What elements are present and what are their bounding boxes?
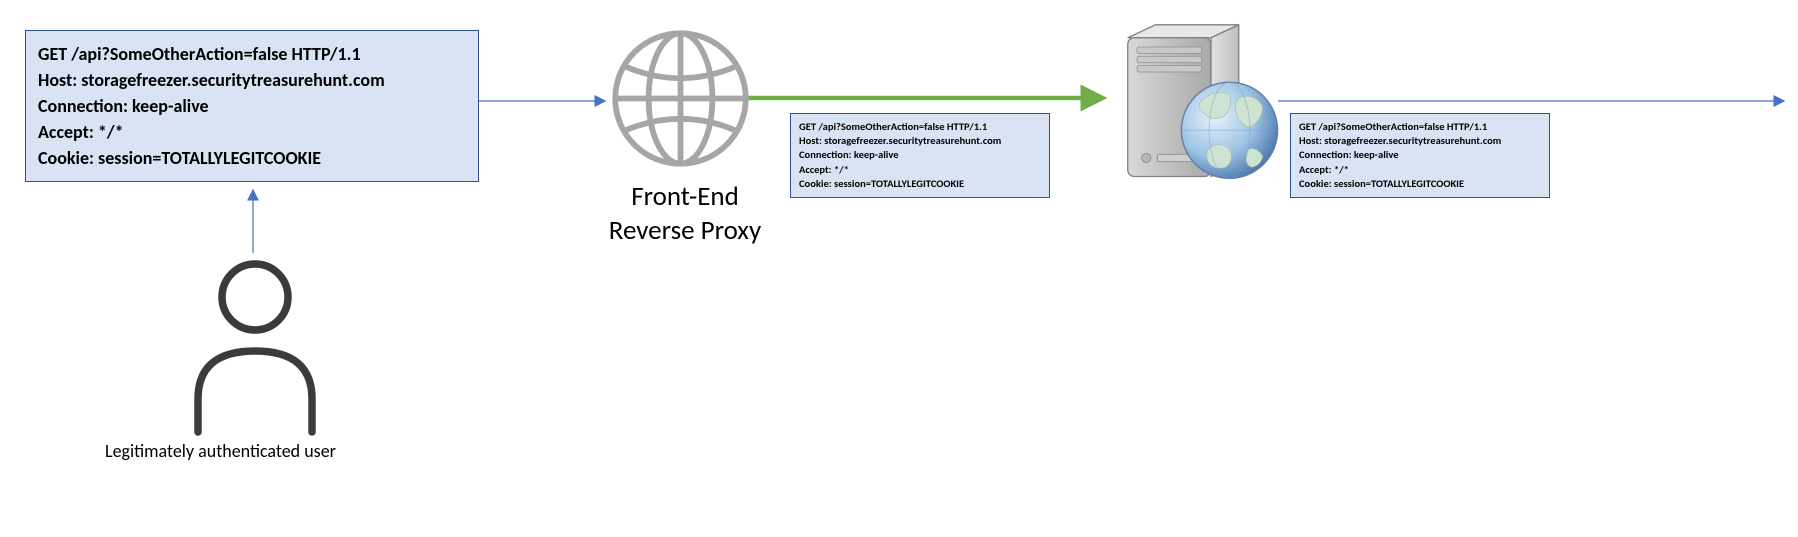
request-line: GET /api?SomeOtherAction=false HTTP/1.1 — [1299, 120, 1541, 134]
user-icon — [180, 250, 330, 440]
request-line: GET /api?SomeOtherAction=false HTTP/1.1 — [799, 120, 1041, 134]
request-header-accept: Accept: */* — [38, 119, 466, 145]
arrow-user-to-request — [243, 183, 263, 258]
http-request-box-large: GET /api?SomeOtherAction=false HTTP/1.1 … — [25, 30, 479, 182]
request-header-host: Host: storagefreezer.securitytreasurehun… — [1299, 134, 1541, 148]
request-header-connection: Connection: keep-alive — [38, 93, 466, 119]
diagram-canvas: GET /api?SomeOtherAction=false HTTP/1.1 … — [0, 0, 1798, 537]
request-header-cookie: Cookie: session=TOTALLYLEGITCOOKIE — [799, 177, 1041, 191]
request-header-cookie: Cookie: session=TOTALLYLEGITCOOKIE — [38, 145, 466, 171]
request-header-cookie: Cookie: session=TOTALLYLEGITCOOKIE — [1299, 177, 1541, 191]
request-header-accept: Accept: */* — [799, 163, 1041, 177]
request-header-host: Host: storagefreezer.securitytreasurehun… — [38, 67, 466, 93]
proxy-label-line1: Front-End — [565, 180, 805, 214]
request-header-host: Host: storagefreezer.securitytreasurehun… — [799, 134, 1041, 148]
proxy-label-line2: Reverse Proxy — [565, 214, 805, 248]
proxy-label: Front-End Reverse Proxy — [565, 180, 805, 248]
user-label: Legitimately authenticated user — [105, 440, 336, 462]
globe-icon — [608, 26, 753, 171]
request-header-accept: Accept: */* — [1299, 163, 1541, 177]
http-request-box-mid: GET /api?SomeOtherAction=false HTTP/1.1 … — [790, 113, 1050, 198]
request-header-connection: Connection: keep-alive — [799, 148, 1041, 162]
http-request-box-after-server: GET /api?SomeOtherAction=false HTTP/1.1 … — [1290, 113, 1550, 198]
request-line: GET /api?SomeOtherAction=false HTTP/1.1 — [38, 41, 466, 67]
web-server-icon — [1100, 10, 1285, 195]
arrow-request-to-proxy — [479, 94, 614, 108]
arrow-server-outbound — [1278, 94, 1793, 108]
request-header-connection: Connection: keep-alive — [1299, 148, 1541, 162]
arrow-proxy-to-server — [748, 88, 1116, 108]
